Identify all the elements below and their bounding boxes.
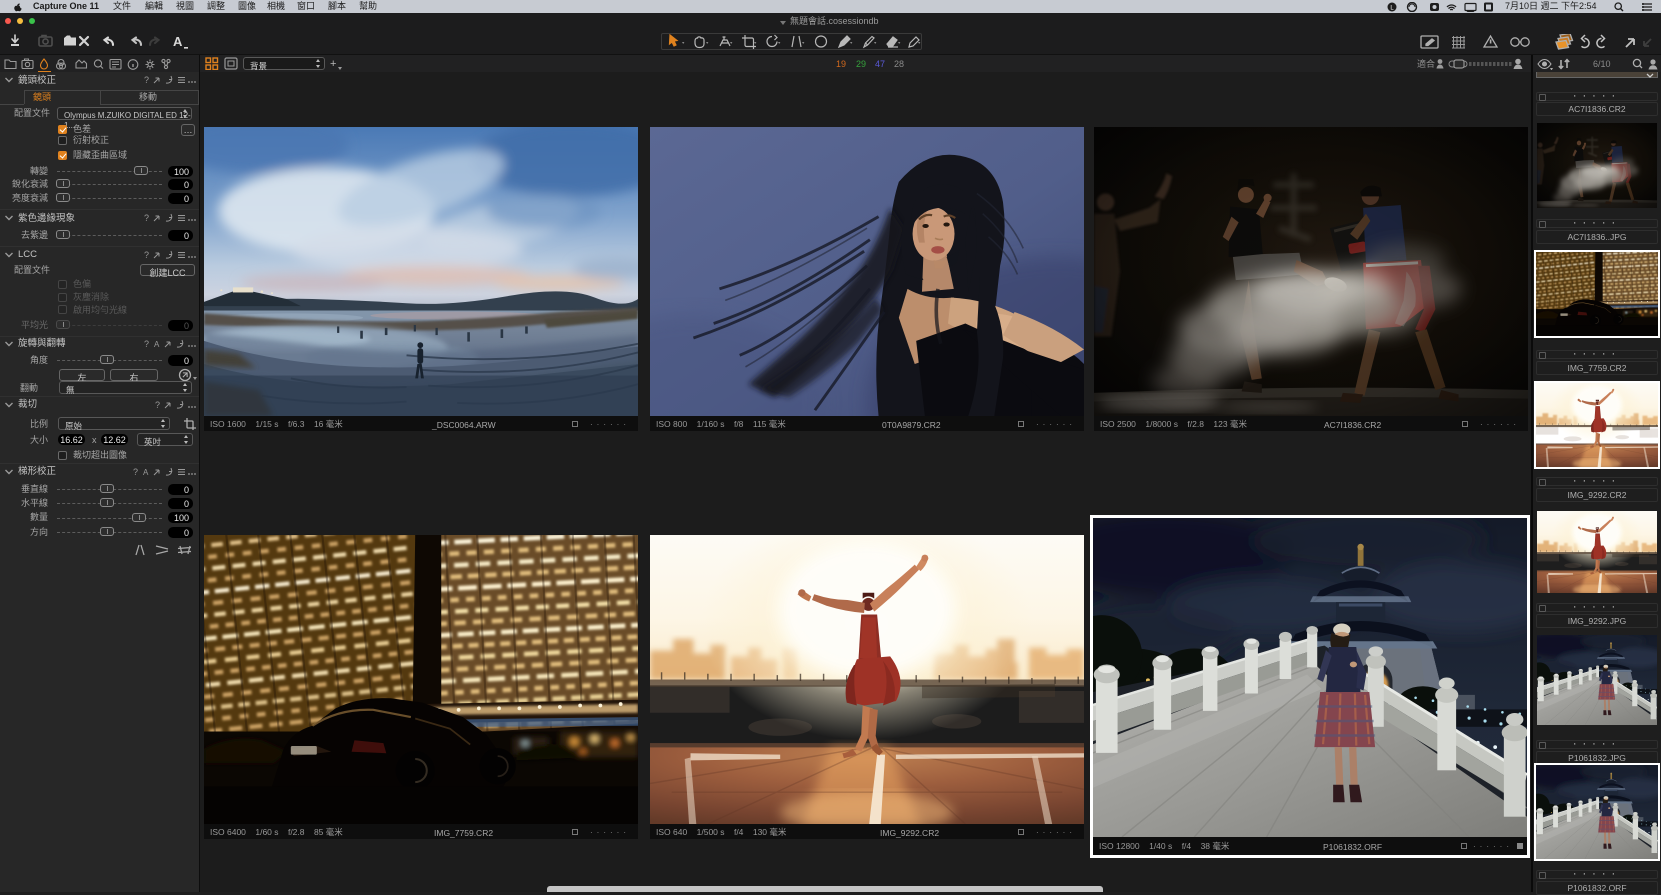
- svg-text:?: ?: [144, 75, 149, 85]
- svg-text:A: A: [154, 340, 160, 349]
- svg-text:A: A: [173, 34, 183, 49]
- svg-text:6/10: 6/10: [1593, 59, 1611, 69]
- svg-text:A: A: [143, 468, 149, 477]
- svg-text:?: ?: [144, 250, 149, 260]
- svg-text:?: ?: [133, 467, 138, 477]
- svg-text:?: ?: [155, 400, 160, 410]
- svg-text:?: ?: [144, 339, 149, 349]
- svg-text:?: ?: [144, 213, 149, 223]
